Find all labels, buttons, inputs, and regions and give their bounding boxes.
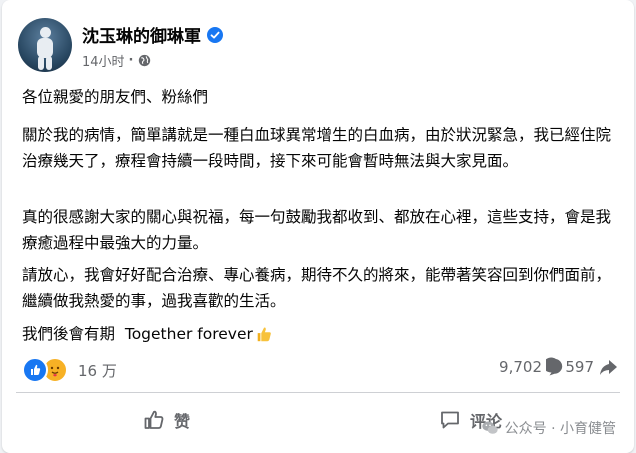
wechat-icon <box>481 421 498 434</box>
like-label: 赞 <box>173 412 190 431</box>
share-count: 597 <box>565 358 594 376</box>
comment-bubble-icon <box>546 357 563 376</box>
like-reaction-icon <box>22 357 48 383</box>
share-arrow-icon <box>600 360 617 375</box>
avatar[interactable] <box>18 18 72 72</box>
meta-separator: · <box>128 53 134 68</box>
reaction-count: 16 万 <box>78 361 117 380</box>
post-timestamp[interactable]: 14小时 <box>82 51 125 70</box>
post-paragraph: 請放心，我會好好配合治療、專心養病，期待不久的將來，能帶著笑容回到你們面前，繼續… <box>22 266 612 310</box>
actions-divider <box>16 392 620 393</box>
watermark: 公众号 · 小育健管 <box>481 418 616 438</box>
comment-count: 9,702 <box>499 358 542 376</box>
verified-badge-icon <box>207 26 223 43</box>
post-header: 沈玉琳的御琳軍 14小时 · <box>18 18 618 78</box>
thumbs-up-icon <box>144 410 164 429</box>
author-name[interactable]: 沈玉琳的御琳軍 <box>82 22 201 47</box>
post-closing: 我們後會有期 Together forever <box>22 325 253 343</box>
globe-icon <box>138 54 150 67</box>
like-button[interactable]: 赞 <box>16 400 316 440</box>
thumbs-up-emoji-icon <box>257 327 271 342</box>
reactions-summary[interactable]: 16 万 <box>22 357 117 383</box>
post-paragraph: 真的很感謝大家的關心與祝福，每一句鼓勵我都收到、都放在心裡，這些支持，會是我療癒… <box>22 208 612 252</box>
post-paragraph: 關於我的病情，簡單講就是一種白血球異常增生的白血病，由於狀況緊急，我已經住院治療… <box>22 126 612 170</box>
post-closing-line: 我們後會有期 Together forever <box>22 321 618 347</box>
post-stats: 16 万 9,702 597 <box>22 357 618 383</box>
shares-stat[interactable]: 597 <box>565 357 618 377</box>
post-greeting: 各位親愛的朋友們、粉絲們 <box>22 88 209 106</box>
comments-stat[interactable]: 9,702 <box>499 357 566 377</box>
watermark-text: 公众号 · 小育健管 <box>504 421 616 437</box>
post-card: 沈玉琳的御琳軍 14小时 · 各位親愛的朋友們、粉絲們 關於我的病情，簡單講就是… <box>2 0 634 453</box>
comment-icon <box>441 411 459 429</box>
